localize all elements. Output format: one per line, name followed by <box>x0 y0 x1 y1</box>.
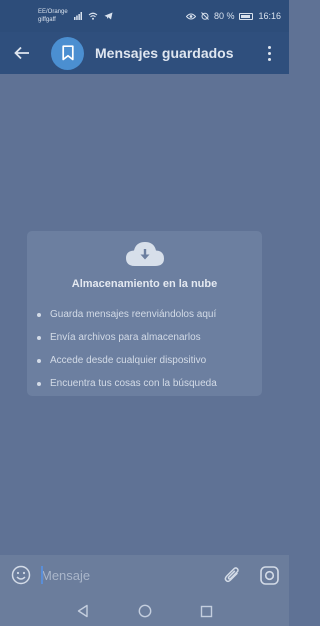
menu-dot <box>267 57 271 61</box>
bullet-icon <box>37 381 41 386</box>
list-item: Envía archivos para almacenarlos <box>37 326 217 349</box>
text-caret <box>41 566 43 584</box>
status-left: EE/Orange giffgaff <box>38 8 113 24</box>
battery-percent: 80 % <box>213 11 235 21</box>
cloud-storage-card: Almacenamiento en la nube Guarda mensaje… <box>27 231 262 396</box>
list-item: Encuentra tus cosas con la búsqueda <box>37 372 217 395</box>
eye-icon <box>185 13 196 19</box>
list-item-text: Accede desde cualquier dispositivo <box>50 355 207 366</box>
chat-toolbar: Mensajes guardados <box>0 32 289 74</box>
recents-square-icon <box>200 605 212 617</box>
arrow-left-icon <box>14 46 29 60</box>
menu-dot <box>267 45 271 49</box>
list-item-text: Encuentra tus cosas con la búsqueda <box>50 378 217 389</box>
chat-area[interactable]: Almacenamiento en la nube Guarda mensaje… <box>0 74 289 555</box>
nav-home-button[interactable] <box>135 601 155 621</box>
carrier-line1: EE/Orange <box>38 9 68 15</box>
status-bar: EE/Orange giffgaff 80 % 16:16 <box>0 0 289 32</box>
list-item: Guarda mensajes reenviándolos aquí <box>37 303 217 326</box>
paperclip-icon <box>224 567 239 583</box>
card-title: Almacenamiento en la nube <box>71 278 218 290</box>
emoji-button[interactable] <box>0 555 42 595</box>
signal-icon <box>73 12 82 20</box>
camera-button[interactable] <box>256 555 282 595</box>
status-time: 16:16 <box>258 11 281 21</box>
message-composer <box>0 555 289 595</box>
list-item-text: Guarda mensajes reenviándolos aquí <box>50 309 217 320</box>
bookmark-icon <box>61 45 74 61</box>
attach-button[interactable] <box>220 555 244 595</box>
message-input[interactable] <box>41 565 211 585</box>
list-item: Accede desde cualquier dispositivo <box>37 349 217 372</box>
wifi-icon <box>88 12 98 20</box>
list-item-text: Envía archivos para almacenarlos <box>50 332 201 343</box>
back-triangle-icon <box>77 604 88 618</box>
home-circle-icon <box>138 604 152 618</box>
alarm-off-icon <box>201 12 209 20</box>
chat-title[interactable]: Mensajes guardados <box>95 45 234 61</box>
bullet-icon <box>37 358 41 363</box>
system-nav-bar <box>0 595 289 626</box>
carrier-label: EE/Orange giffgaff <box>38 8 68 24</box>
nav-back-button[interactable] <box>73 601 93 621</box>
emoji-icon <box>11 565 31 585</box>
battery-icon <box>239 12 254 20</box>
cloud-download-icon <box>126 242 164 266</box>
chat-avatar[interactable] <box>51 36 84 70</box>
carrier-line2: giffgaff <box>38 17 56 23</box>
status-right: 80 % 16:16 <box>185 11 281 21</box>
telegram-icon <box>104 12 113 20</box>
nav-recents-button[interactable] <box>196 601 216 621</box>
camera-icon <box>259 565 279 585</box>
feature-list: Guarda mensajes reenviándolos aquí Envía… <box>37 303 217 395</box>
bullet-icon <box>37 335 41 340</box>
back-button[interactable] <box>0 32 44 74</box>
menu-dot <box>267 51 271 55</box>
bullet-icon <box>37 312 41 317</box>
kebab-menu-button[interactable] <box>259 43 279 63</box>
